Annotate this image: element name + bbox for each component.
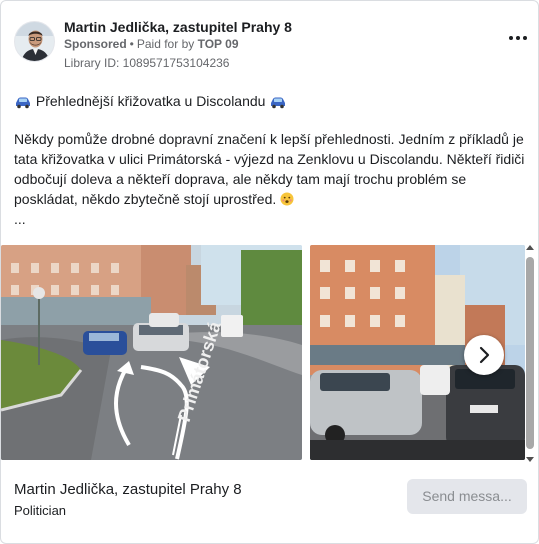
image-carousel: Primátorská <box>1 245 538 463</box>
carousel-slide-1[interactable]: Primátorská <box>1 245 302 460</box>
author-name[interactable]: Martin Jedlička, zastupitel Prahy 8 <box>64 19 292 35</box>
library-id: Library ID: 1089571753104236 <box>64 56 230 70</box>
chevron-right-icon <box>479 346 490 364</box>
scroll-up-arrow-icon[interactable] <box>526 245 534 250</box>
post-header: Martin Jedlička, zastupitel Prahy 8 Spon… <box>14 19 529 71</box>
separator-dot: • <box>129 37 134 51</box>
footer-category: Politician <box>14 503 67 518</box>
avatar[interactable] <box>14 21 55 62</box>
post-title-line: Přehlednější křižovatka u Discolandu <box>14 91 529 111</box>
footer-page-name[interactable]: Martin Jedlička, zastupitel Prahy 8 <box>14 481 242 498</box>
car-emoji-icon <box>269 94 287 109</box>
intersection-photo: Primátorská <box>1 245 302 460</box>
scrollbar[interactable] <box>524 245 536 463</box>
scroll-down-arrow-icon[interactable] <box>526 457 534 462</box>
post-paragraph: Někdy pomůže drobné dopravní značení k l… <box>14 129 529 209</box>
carousel-next-button[interactable] <box>464 335 504 375</box>
more-options-icon[interactable] <box>509 33 529 43</box>
paid-for-by-label: Paid for by <box>136 37 195 51</box>
car-emoji-icon <box>14 94 32 109</box>
face-emoji-icon <box>280 191 294 206</box>
see-more-ellipsis[interactable]: ... <box>14 209 529 229</box>
post-title: Přehlednější křižovatka u Discolandu <box>35 93 266 109</box>
payer-name[interactable]: TOP 09 <box>198 37 239 51</box>
post-body-text: Někdy pomůže drobné dopravní značení k l… <box>14 131 525 207</box>
sponsored-meta: Sponsored • Paid for by TOP 09 <box>64 37 239 51</box>
scrollbar-thumb[interactable] <box>526 257 534 449</box>
post-body: Přehlednější křižovatka u Discolandu Něk… <box>14 91 529 229</box>
sponsored-label: Sponsored <box>64 37 127 51</box>
ad-footer: Martin Jedlička, zastupitel Prahy 8 Poli… <box>1 467 538 543</box>
ad-card: Martin Jedlička, zastupitel Prahy 8 Spon… <box>0 0 539 544</box>
send-message-button[interactable]: Send messa... <box>407 479 527 514</box>
